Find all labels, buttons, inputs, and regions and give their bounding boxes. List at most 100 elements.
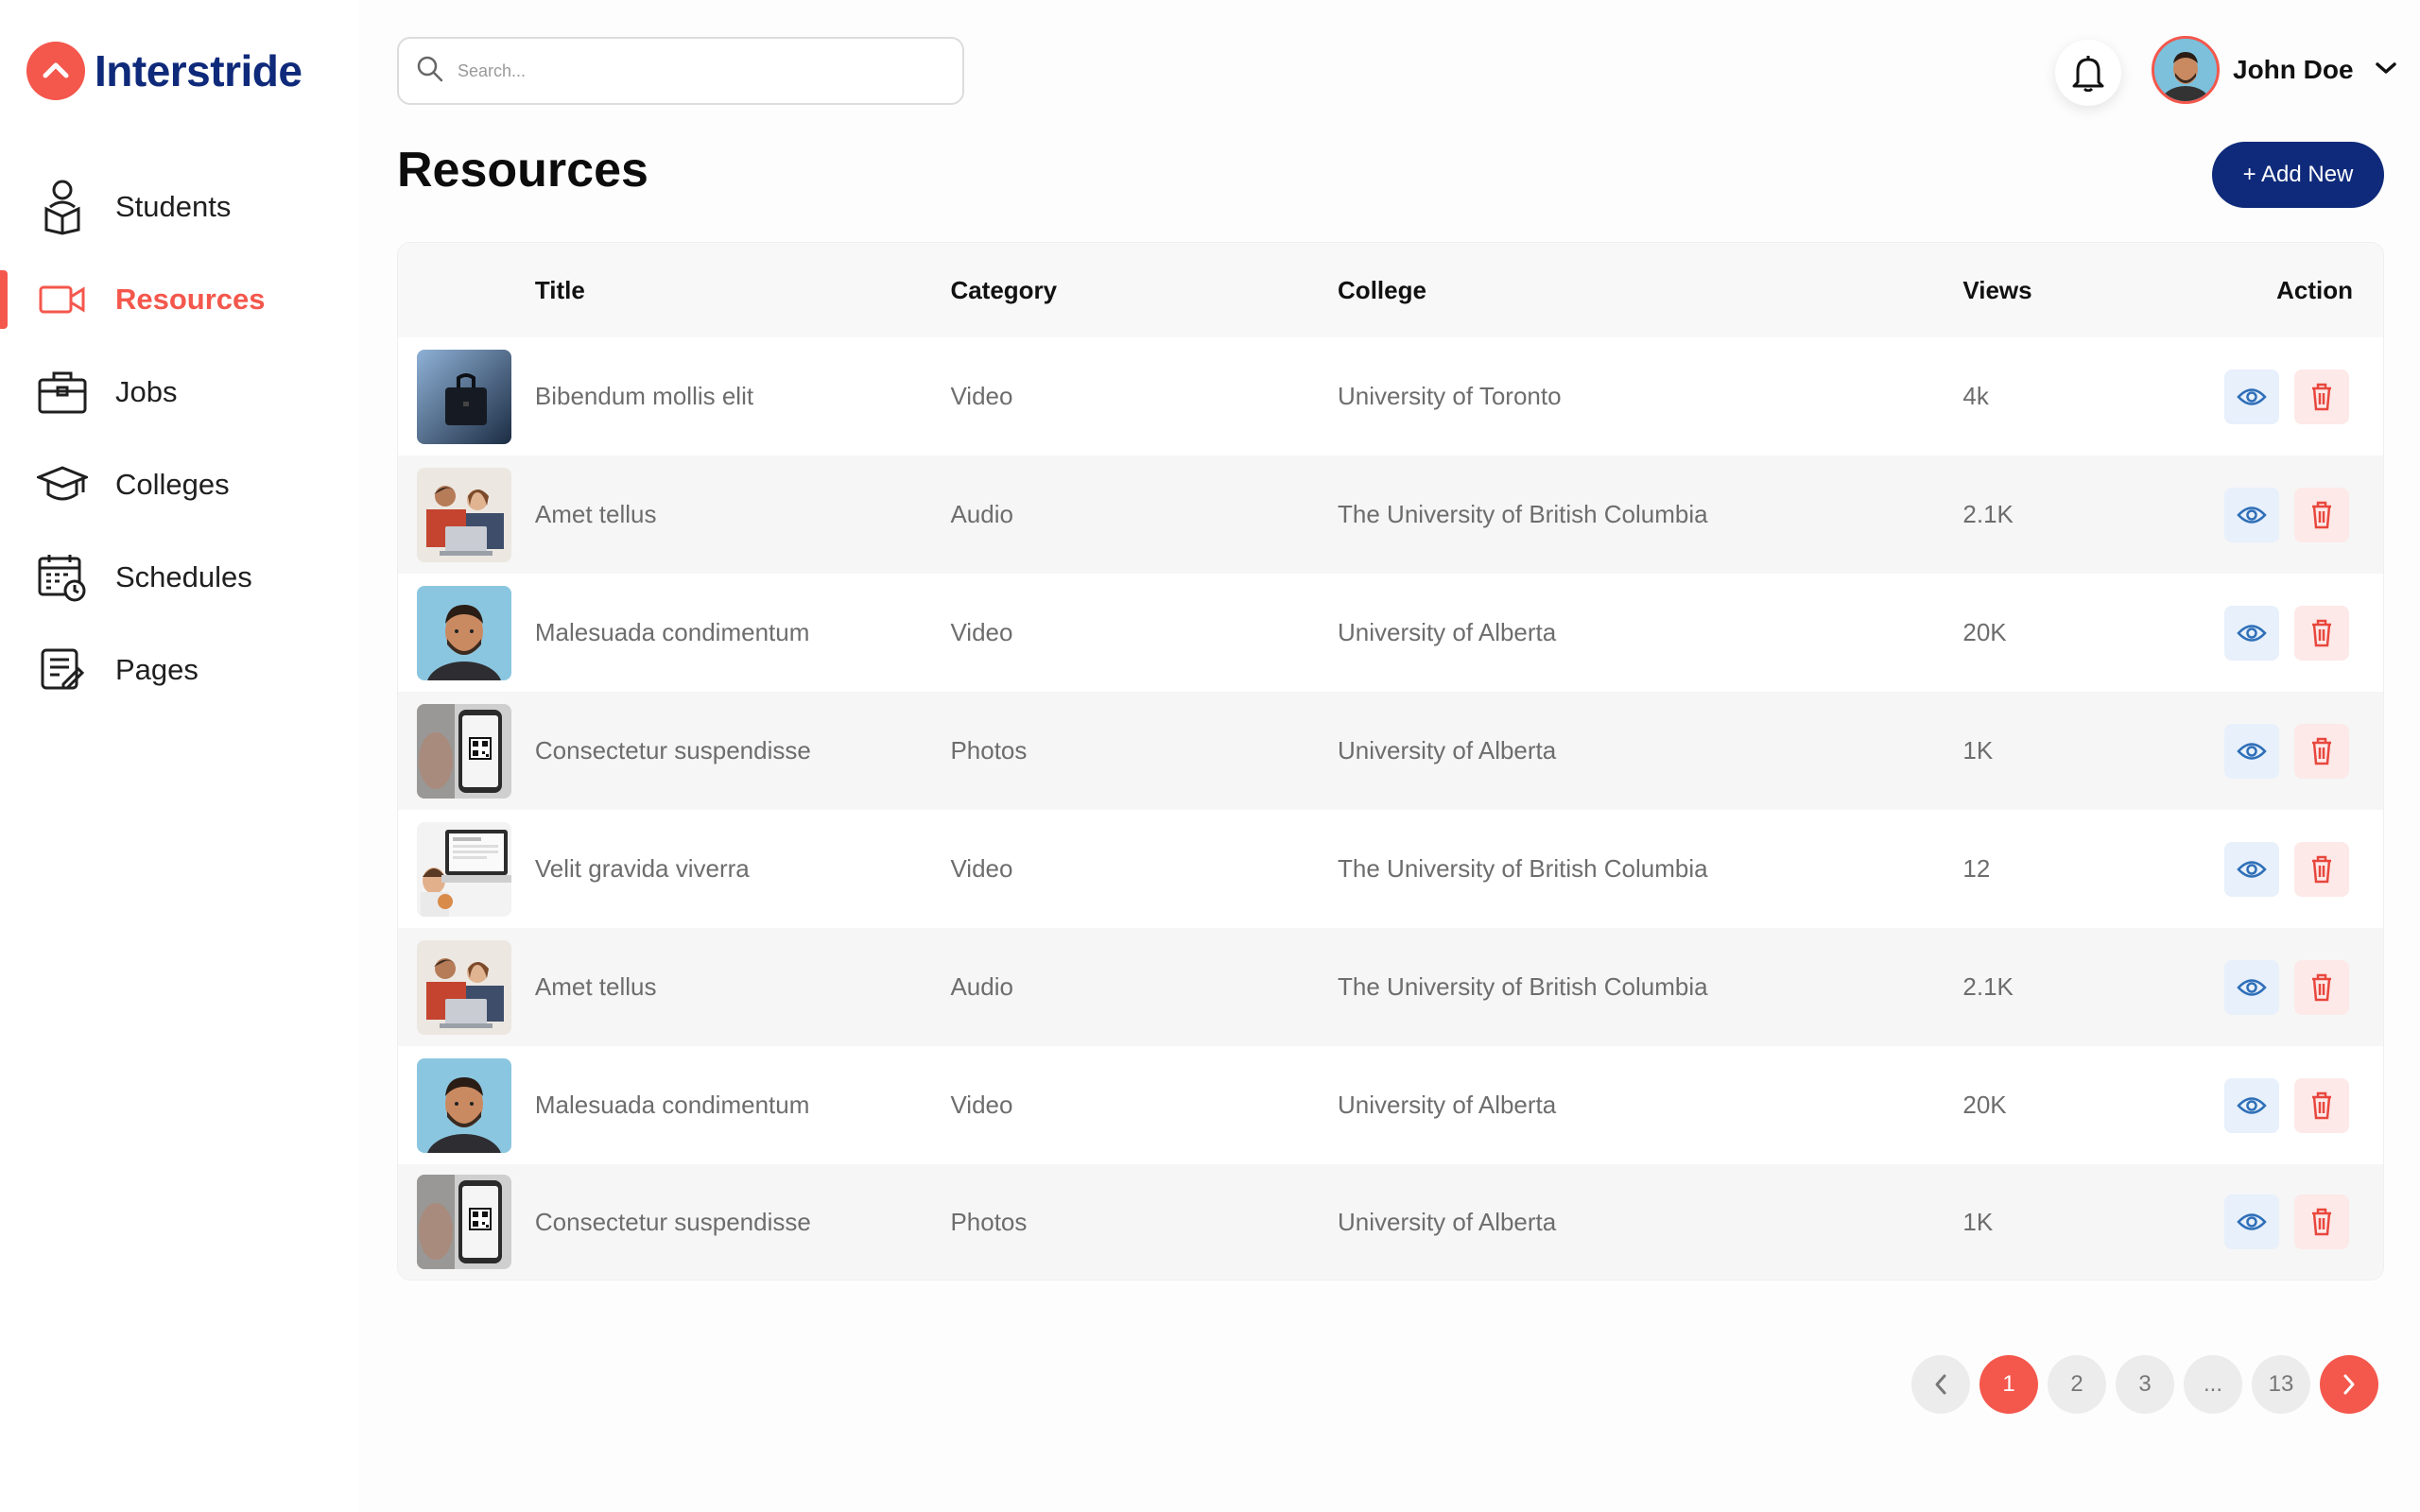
- table-row[interactable]: Consectetur suspendisse Photos University …: [398, 692, 2383, 810]
- resource-category: Audio: [950, 500, 1013, 528]
- pagination: 1 2 3 ... 13: [1911, 1355, 2378, 1414]
- sidebar-item-schedules[interactable]: Schedules: [0, 531, 359, 624]
- resource-college: The University of British Columbia: [1338, 854, 1708, 883]
- eye-icon: [2237, 506, 2267, 524]
- resource-title[interactable]: Velit gravida viverra: [535, 854, 951, 884]
- logo-chevron-icon: [26, 42, 85, 100]
- trash-icon: [2311, 737, 2331, 765]
- page-ellipsis: ...: [2184, 1355, 2242, 1414]
- resource-thumbnail[interactable]: [417, 1175, 511, 1269]
- table-row[interactable]: Malesuada condimentum Video University of …: [398, 1046, 2383, 1164]
- view-button[interactable]: [2223, 723, 2279, 779]
- resource-views: 2.1K: [1962, 972, 2014, 1001]
- resource-category: Audio: [950, 972, 1013, 1001]
- delete-button[interactable]: [2293, 1077, 2349, 1133]
- column-title[interactable]: Title: [535, 276, 951, 305]
- delete-button[interactable]: [2293, 841, 2349, 897]
- video-camera-icon: [36, 273, 89, 326]
- resource-college: University of Alberta: [1338, 1091, 1557, 1119]
- resource-college: University of Alberta: [1338, 1207, 1557, 1236]
- resource-thumbnail[interactable]: [417, 467, 511, 562]
- row-actions: [2199, 959, 2383, 1015]
- sidebar-item-pages[interactable]: Pages: [0, 624, 359, 716]
- resource-title[interactable]: Malesuada condimentum: [535, 1091, 951, 1120]
- resource-thumbnail[interactable]: [417, 1057, 511, 1153]
- resource-views: 20K: [1962, 1091, 2007, 1119]
- sidebar-item-students[interactable]: Students: [0, 161, 359, 253]
- resource-title[interactable]: Amet tellus: [535, 500, 951, 529]
- delete-button[interactable]: [2293, 959, 2349, 1015]
- student-icon: [36, 180, 89, 235]
- trash-icon: [2311, 1091, 2331, 1119]
- sidebar: Interstride Students Resources Jobs Coll…: [0, 0, 359, 1512]
- view-button[interactable]: [2223, 959, 2279, 1015]
- delete-button[interactable]: [2293, 369, 2349, 424]
- resource-title[interactable]: Amet tellus: [535, 972, 951, 1002]
- search-input[interactable]: [458, 60, 911, 81]
- next-page-button[interactable]: [2320, 1355, 2378, 1414]
- page-button[interactable]: 1: [1979, 1355, 2038, 1414]
- delete-button[interactable]: [2293, 605, 2349, 661]
- avatar: [2152, 36, 2220, 104]
- notifications-button[interactable]: [2055, 40, 2121, 106]
- view-button[interactable]: [2223, 1077, 2279, 1133]
- delete-button[interactable]: [2293, 1194, 2349, 1249]
- chevron-down-icon[interactable]: [2375, 60, 2397, 80]
- table-row[interactable]: Bibendum mollis elit Video University of T…: [398, 337, 2383, 455]
- resource-thumbnail[interactable]: [417, 349, 511, 444]
- search-box[interactable]: [397, 37, 964, 105]
- eye-icon: [2237, 860, 2267, 878]
- resource-thumbnail[interactable]: [417, 939, 511, 1035]
- sidebar-item-label: Jobs: [115, 375, 178, 408]
- row-actions: [2199, 487, 2383, 542]
- resource-category: Video: [950, 618, 1013, 646]
- table-row[interactable]: Consectetur suspendisse Photos University …: [398, 1164, 2383, 1280]
- resource-thumbnail[interactable]: [417, 821, 511, 917]
- sidebar-item-label: Students: [115, 190, 232, 223]
- page-button[interactable]: 3: [2116, 1355, 2174, 1414]
- trash-icon: [2311, 501, 2331, 528]
- page-button[interactable]: 2: [2048, 1355, 2106, 1414]
- resource-category: Photos: [950, 736, 1028, 765]
- sidebar-item-colleges[interactable]: Colleges: [0, 438, 359, 531]
- view-button[interactable]: [2223, 1194, 2279, 1249]
- table-row[interactable]: Amet tellus Audio The University of Britis…: [398, 455, 2383, 574]
- row-actions: [2199, 605, 2383, 661]
- sidebar-item-label: Schedules: [115, 560, 252, 593]
- prev-page-button[interactable]: [1911, 1355, 1970, 1414]
- document-edit-icon: [36, 644, 89, 696]
- add-new-button[interactable]: + Add New: [2212, 142, 2384, 208]
- chevron-right-icon: [2343, 1374, 2355, 1395]
- trash-icon: [2311, 855, 2331, 883]
- page-button[interactable]: 13: [2252, 1355, 2310, 1414]
- view-button[interactable]: [2223, 487, 2279, 542]
- resource-thumbnail[interactable]: [417, 585, 511, 680]
- column-category[interactable]: Category: [950, 276, 1338, 305]
- delete-button[interactable]: [2293, 487, 2349, 542]
- table-row[interactable]: Malesuada condimentum Video University of …: [398, 574, 2383, 692]
- user-name: John Doe: [2233, 55, 2354, 84]
- resource-title[interactable]: Malesuada condimentum: [535, 618, 951, 647]
- sidebar-item-label: Pages: [115, 653, 199, 686]
- logo[interactable]: Interstride: [26, 42, 302, 100]
- resource-title[interactable]: Bibendum mollis elit: [535, 382, 951, 411]
- column-college[interactable]: College: [1338, 276, 1962, 305]
- delete-button[interactable]: [2293, 723, 2349, 779]
- sidebar-item-jobs[interactable]: Jobs: [0, 346, 359, 438]
- sidebar-item-resources[interactable]: Resources: [0, 253, 359, 346]
- row-actions: [2199, 841, 2383, 897]
- resource-thumbnail[interactable]: [417, 703, 511, 799]
- eye-icon: [2237, 742, 2267, 760]
- resource-title[interactable]: Consectetur suspendisse: [535, 736, 951, 765]
- resource-views: 4k: [1962, 382, 1989, 410]
- view-button[interactable]: [2223, 369, 2279, 424]
- table-row[interactable]: Amet tellus Audio The University of Britis…: [398, 928, 2383, 1046]
- eye-icon: [2237, 1096, 2267, 1114]
- view-button[interactable]: [2223, 605, 2279, 661]
- resource-college: University of Alberta: [1338, 736, 1557, 765]
- user-menu[interactable]: John Doe: [2152, 36, 2397, 104]
- view-button[interactable]: [2223, 841, 2279, 897]
- table-row[interactable]: Velit gravida viverra Video The University…: [398, 810, 2383, 928]
- column-views[interactable]: Views: [1962, 276, 2199, 305]
- resource-title[interactable]: Consectetur suspendisse: [535, 1208, 951, 1237]
